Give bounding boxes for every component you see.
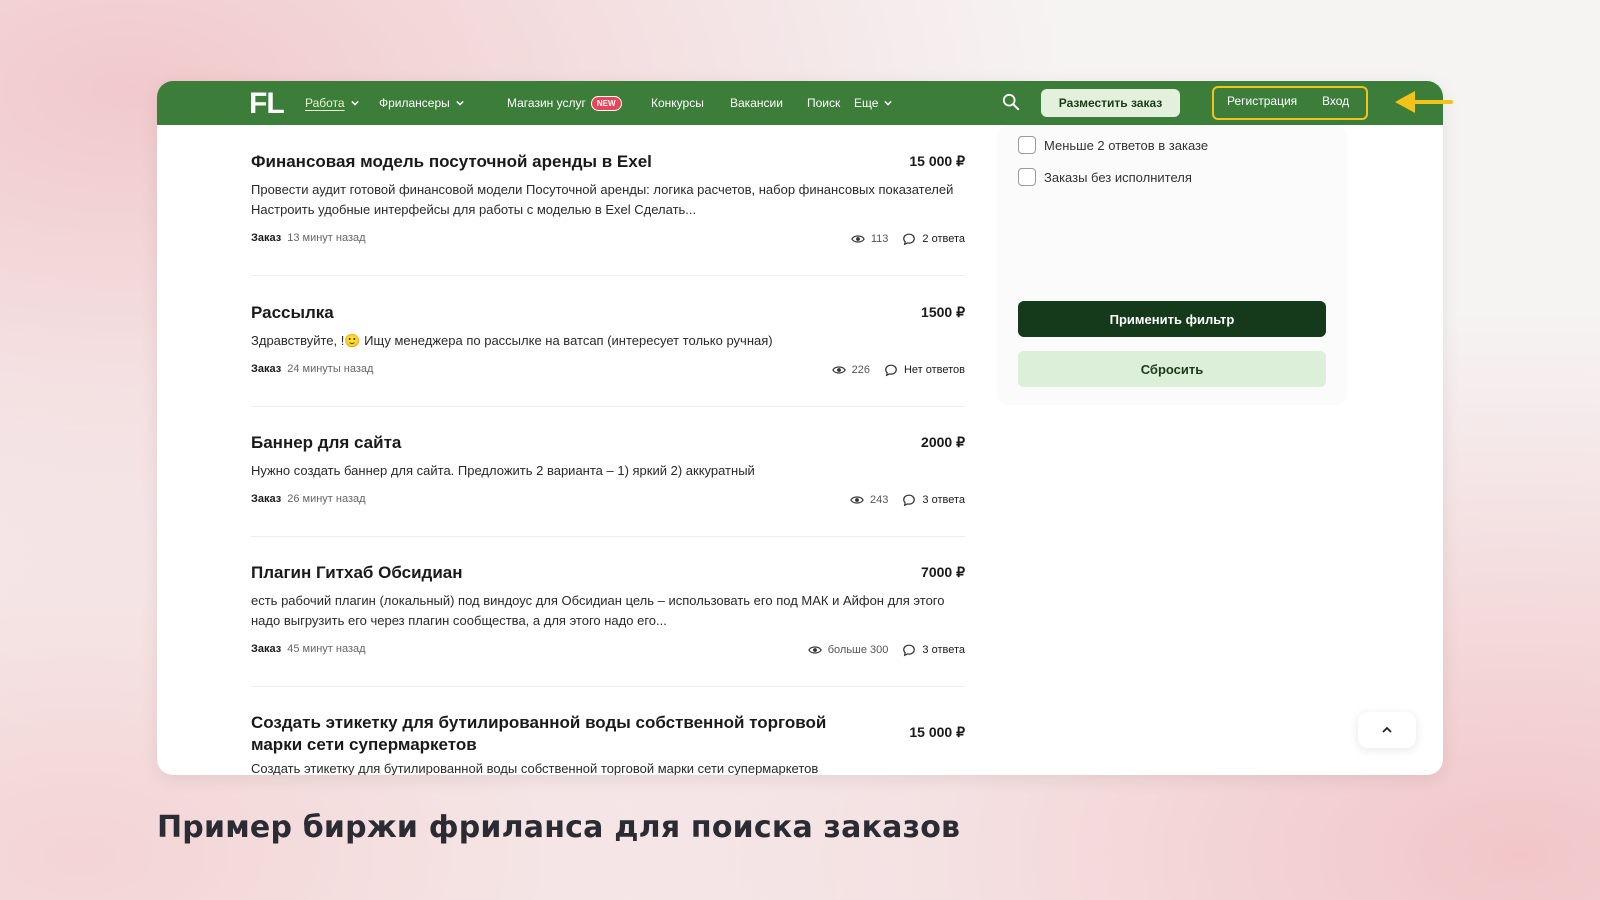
search-icon[interactable] (1002, 93, 1020, 111)
order-title[interactable]: Рассылка (251, 302, 831, 324)
comment-icon (903, 494, 916, 507)
eye-icon (831, 366, 846, 374)
new-badge: NEW (590, 95, 622, 111)
nav-services-shop[interactable]: Магазин услуг NEW (507, 81, 622, 125)
order-title[interactable]: Финансовая модель посуточной аренды в Ex… (251, 151, 831, 173)
order-description: есть рабочий плагин (локальный) под винд… (251, 593, 945, 628)
slide-caption: Пример биржи фриланса для поиска заказов (157, 810, 961, 845)
filter-no-executor[interactable]: Заказы без исполнителя (1018, 168, 1192, 186)
eye-icon (807, 646, 822, 654)
chevron-down-icon (884, 100, 893, 106)
main-content: Финансовая модель посуточной аренды в Ex… (157, 125, 1443, 775)
views-count: 226 (851, 364, 870, 376)
answers-count: 2 ответа (922, 233, 965, 245)
order-price: 2000 ₽ (921, 434, 965, 450)
order-price: 15 000 ₽ (909, 153, 965, 169)
order-meta: Заказ 26 минут назад 243 3 ответа (251, 493, 965, 507)
order-description: Провести аудит готовой финансовой модели… (251, 182, 954, 217)
checkbox[interactable] (1018, 168, 1036, 186)
order-card[interactable]: Создать этикетку для бутилированной воды… (251, 712, 965, 775)
nav-work[interactable]: Работа (305, 81, 359, 125)
top-navbar: FL Работа Фрилансеры Магазин услуг NEW К… (157, 81, 1443, 125)
nav-search[interactable]: Поиск (807, 81, 840, 125)
checkbox[interactable] (1018, 136, 1036, 154)
views-count: больше 300 (827, 644, 889, 656)
views-count: 243 (870, 494, 889, 506)
comment-icon (903, 233, 916, 246)
answers-count: 3 ответа (922, 494, 965, 506)
nav-vacancies[interactable]: Вакансии (730, 81, 783, 125)
filter-few-answers[interactable]: Меньше 2 ответов в заказе (1018, 136, 1208, 154)
answers-count: 3 ответа (922, 644, 965, 656)
chevron-down-icon (456, 100, 464, 106)
views-count: 113 (870, 233, 889, 245)
order-card[interactable]: Рассылка 1500 ₽ Здравствуйте, !🙂 Ищу мен… (251, 302, 965, 407)
comment-icon (885, 364, 897, 377)
eye-icon (851, 235, 865, 243)
order-meta: Заказ 24 минуты назад 226 Нет ответов (251, 363, 965, 377)
register-link[interactable]: Регистрация (1227, 81, 1297, 121)
nav-freelancers[interactable]: Фрилансеры (379, 81, 464, 125)
nav-more[interactable]: Еще (854, 81, 893, 125)
login-link[interactable]: Вход (1322, 81, 1349, 121)
answers-count: Нет ответов (903, 364, 965, 376)
order-price: 1500 ₽ (921, 304, 965, 320)
scroll-top-button[interactable] (1358, 712, 1416, 748)
order-price: 7000 ₽ (921, 564, 965, 580)
order-meta: Заказ 45 минут назад больше 300 3 ответа (251, 643, 965, 657)
reset-filter-button[interactable]: Сбросить (1018, 351, 1326, 387)
order-card[interactable]: Финансовая модель посуточной аренды в Ex… (251, 151, 965, 276)
order-card[interactable]: Плагин Гитхаб Обсидиан 7000 ₽ есть рабоч… (251, 562, 965, 687)
fl-logo[interactable]: FL (249, 87, 285, 121)
order-description: Создать этикетку для бутилированной воды… (251, 761, 819, 775)
chevron-up-icon (1382, 726, 1392, 733)
order-description: Здравствуйте, !🙂 Ищу менеджера по рассыл… (251, 333, 773, 348)
place-order-button[interactable]: Разместить заказ (1041, 89, 1180, 117)
order-price: 15 000 ₽ (909, 724, 965, 740)
annotation-arrow-icon (1395, 91, 1453, 113)
filters-panel: Меньше 2 ответов в заказе Заказы без исп… (997, 125, 1347, 405)
order-card[interactable]: Баннер для сайта 2000 ₽ Нужно создать ба… (251, 432, 965, 537)
order-title[interactable]: Создать этикетку для бутилированной воды… (251, 712, 831, 756)
browser-window: FL Работа Фрилансеры Магазин услуг NEW К… (157, 81, 1443, 775)
order-title[interactable]: Баннер для сайта (251, 432, 831, 454)
order-meta: Заказ 13 минут назад 113 2 ответа (251, 232, 965, 246)
chevron-down-icon (350, 100, 359, 106)
nav-contests[interactable]: Конкурсы (651, 81, 704, 125)
order-title[interactable]: Плагин Гитхаб Обсидиан (251, 562, 831, 584)
comment-icon (903, 644, 916, 657)
order-description: Нужно создать баннер для сайта. Предложи… (251, 463, 755, 478)
eye-icon (850, 496, 864, 504)
apply-filter-button[interactable]: Применить фильтр (1018, 301, 1326, 337)
